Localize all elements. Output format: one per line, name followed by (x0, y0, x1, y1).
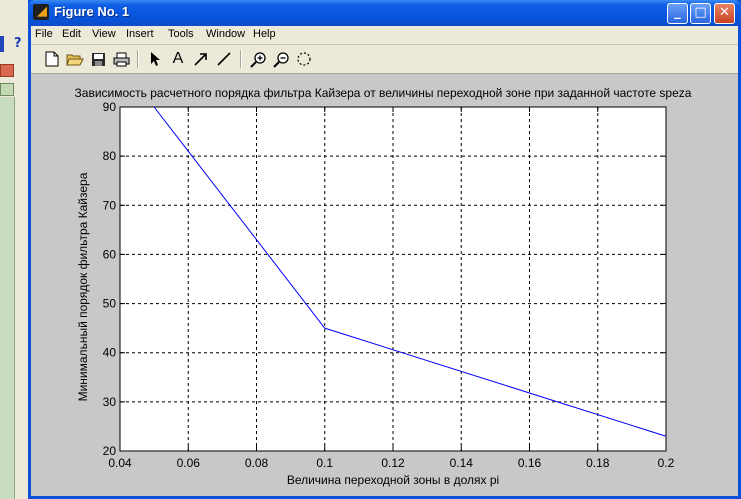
menu-insert[interactable]: Insert (126, 28, 154, 40)
x-tick-label: 0.1 (316, 456, 333, 470)
background-app-strip: ? (0, 0, 29, 499)
arrow-icon[interactable] (190, 48, 212, 70)
x-tick-label: 0.08 (245, 456, 269, 470)
y-tick-label: 80 (103, 149, 117, 163)
x-tick-label: 0.16 (518, 456, 542, 470)
y-tick-label: 50 (103, 297, 117, 311)
background-scroll-up-icon[interactable] (0, 83, 14, 96)
y-tick-label: 60 (103, 247, 117, 261)
chart-title: Зависимость расчетного порядка фильтра К… (75, 86, 692, 100)
open-folder-icon[interactable] (64, 48, 86, 70)
window-title: Figure No. 1 (54, 4, 130, 19)
plot-area: Зависимость расчетного порядка фильтра К… (75, 86, 692, 487)
text-icon[interactable]: A (167, 48, 189, 70)
y-tick-labels: 20 30 40 50 60 70 80 90 (103, 100, 117, 458)
toolbar-separator (137, 50, 139, 68)
y-tick-label: 90 (103, 100, 117, 114)
maximize-button[interactable]: □ (690, 3, 711, 24)
zoom-in-icon[interactable] (247, 48, 269, 70)
minimize-button[interactable]: _ (667, 3, 688, 24)
x-tick-label: 0.18 (586, 456, 610, 470)
zoom-out-icon[interactable] (270, 48, 292, 70)
figure-window: ◢ Figure No. 1 _ □ ✕ File Edit View Inse… (28, 0, 741, 499)
pointer-icon[interactable] (144, 48, 166, 70)
menu-edit[interactable]: Edit (62, 28, 81, 40)
menu-view[interactable]: View (92, 28, 116, 40)
close-button[interactable]: ✕ (714, 3, 735, 24)
new-file-icon[interactable] (41, 48, 63, 70)
figure-canvas: Зависимость расчетного порядка фильтра К… (31, 74, 738, 496)
x-axis-label: Величина переходной зоны в долях pi (287, 473, 499, 487)
menu-bar: File Edit View Insert Tools Window Help (31, 26, 738, 45)
y-tick-label: 70 (103, 198, 117, 212)
x-tick-label: 0.2 (658, 456, 675, 470)
y-tick-label: 20 (103, 444, 117, 458)
y-axis-label: Минимальный порядок фильтра Кайзера (76, 172, 90, 401)
menu-file[interactable]: File (35, 28, 53, 40)
matlab-icon: ◢ (33, 4, 49, 20)
background-close-icon[interactable] (0, 64, 14, 77)
save-icon[interactable] (87, 48, 109, 70)
menu-help[interactable]: Help (253, 28, 276, 40)
help-icon[interactable]: ? (14, 36, 22, 51)
background-app-accent (0, 36, 4, 52)
title-bar[interactable]: ◢ Figure No. 1 _ □ ✕ (28, 0, 741, 26)
x-tick-label: 0.04 (108, 456, 132, 470)
menu-window[interactable]: Window (206, 28, 245, 40)
window-client: File Edit View Insert Tools Window Help (31, 26, 738, 496)
toolbar-separator (240, 50, 242, 68)
line-icon[interactable] (213, 48, 235, 70)
x-tick-label: 0.12 (381, 456, 405, 470)
background-panel (0, 97, 15, 499)
axes-background[interactable] (119, 106, 667, 452)
print-icon[interactable] (110, 48, 132, 70)
x-tick-labels: 0.04 0.06 0.08 0.1 0.12 0.14 0.16 0.18 0.2 (108, 456, 674, 470)
rotate-icon[interactable] (293, 48, 315, 70)
menu-tools[interactable]: Tools (168, 28, 194, 40)
toolbar: A (31, 45, 738, 74)
x-tick-label: 0.06 (177, 456, 201, 470)
y-tick-label: 40 (103, 346, 117, 360)
x-tick-label: 0.14 (450, 456, 474, 470)
y-tick-label: 30 (103, 395, 117, 409)
